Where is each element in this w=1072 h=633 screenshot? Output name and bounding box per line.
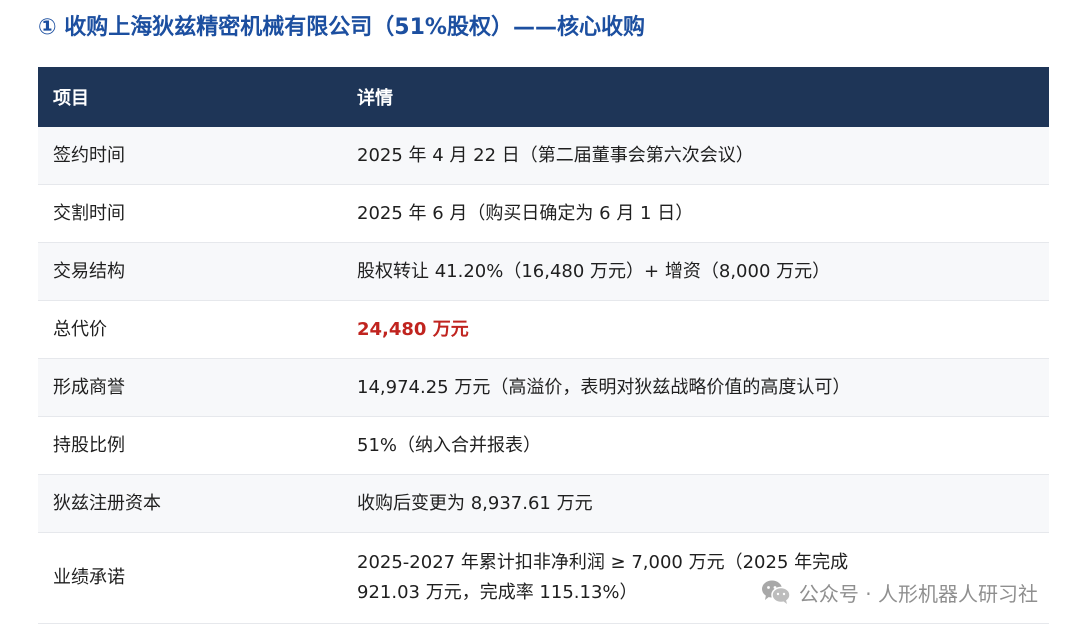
table-row: 狄兹注册资本 收购后变更为 8,937.61 万元 <box>38 474 1049 533</box>
row-detail: 收购后变更为 8,937.61 万元 <box>342 474 1049 533</box>
table-header-row: 项目 详情 <box>38 67 1049 127</box>
table-row: 交易结构 股权转让 41.20%（16,480 万元）+ 增资（8,000 万元… <box>38 242 1049 301</box>
section-title: ① 收购上海狄兹精密机械有限公司（51%股权）——核心收购 <box>38 15 645 40</box>
row-item: 持股比例 <box>38 416 342 475</box>
watermark: 公众号 · 人形机器人研习社 <box>761 575 1038 609</box>
row-detail: 2025 年 6 月（购买日确定为 6 月 1 日） <box>342 184 1049 243</box>
row-item: 签约时间 <box>38 127 342 185</box>
row-detail: 51%（纳入合并报表） <box>342 416 1049 475</box>
table-row: 形成商誉 14,974.25 万元（高溢价，表明对狄兹战略价值的高度认可） <box>38 358 1049 417</box>
row-item: 业绩承诺 <box>38 532 342 624</box>
header-item: 项目 <box>38 67 342 127</box>
header-detail: 详情 <box>342 67 1049 127</box>
watermark-text: 公众号 · 人形机器人研习社 <box>798 581 1038 606</box>
row-item: 形成商誉 <box>38 358 342 417</box>
row-detail: 2025 年 4 月 22 日（第二届董事会第六次会议） <box>342 127 1049 185</box>
row-item: 狄兹注册资本 <box>38 474 342 533</box>
row-item: 交割时间 <box>38 184 342 243</box>
table-row: 签约时间 2025 年 4 月 22 日（第二届董事会第六次会议） <box>38 127 1049 185</box>
wechat-icon <box>761 579 791 605</box>
row-detail: 24,480 万元 <box>342 300 1049 359</box>
table-row: 持股比例 51%（纳入合并报表） <box>38 416 1049 475</box>
total-consideration-value: 24,480 万元 <box>357 318 469 340</box>
row-item: 交易结构 <box>38 242 342 301</box>
row-item: 总代价 <box>38 300 342 359</box>
table-row: 总代价 24,480 万元 <box>38 300 1049 359</box>
row-detail: 14,974.25 万元（高溢价，表明对狄兹战略价值的高度认可） <box>342 358 1049 417</box>
row-detail: 股权转让 41.20%（16,480 万元）+ 增资（8,000 万元） <box>342 242 1049 301</box>
table-row: 交割时间 2025 年 6 月（购买日确定为 6 月 1 日） <box>38 184 1049 243</box>
acquisition-table: 项目 详情 签约时间 2025 年 4 月 22 日（第二届董事会第六次会议） … <box>38 67 1049 624</box>
acquisition-table-container: 项目 详情 签约时间 2025 年 4 月 22 日（第二届董事会第六次会议） … <box>38 67 1049 624</box>
